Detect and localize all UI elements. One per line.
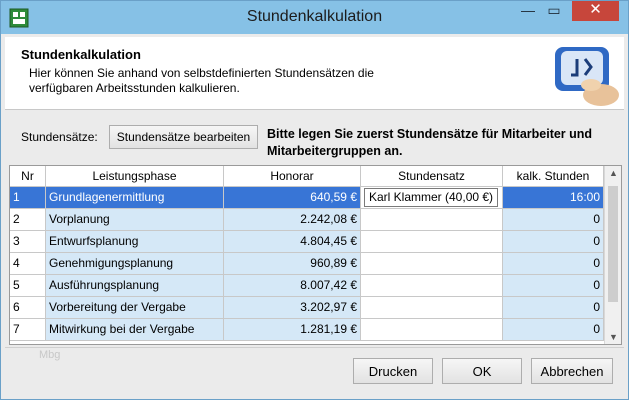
header-panel: Stundenkalkulation Hier können Sie anhan… — [5, 37, 624, 110]
cell-hours[interactable]: 0 — [503, 231, 604, 253]
table-row[interactable]: 6 Vorbereitung der Vergabe 3.202,97 € 0 — [10, 297, 604, 319]
header-description: Hier können Sie anhand von selbstdefinie… — [29, 66, 374, 95]
rates-hint: Bitte legen Sie zuerst Stundensätze für … — [267, 127, 593, 158]
column-header-rate[interactable]: Stundensatz — [361, 166, 503, 187]
table-row[interactable]: 2 Vorplanung 2.242,08 € 0 — [10, 209, 604, 231]
cell-phase: Genehmigungsplanung — [46, 253, 224, 275]
column-header-fee[interactable]: Honorar — [224, 166, 361, 187]
cell-rate[interactable] — [361, 275, 503, 297]
cell-fee: 3.202,97 € — [224, 297, 361, 319]
cell-rate[interactable] — [361, 231, 503, 253]
cell-rate[interactable] — [361, 319, 503, 341]
cell-nr: 7 — [10, 319, 46, 341]
cell-nr: 1 — [10, 187, 46, 209]
cell-hours[interactable]: 16:00 — [503, 187, 604, 209]
cell-hours[interactable]: 0 — [503, 209, 604, 231]
scroll-down-icon[interactable]: ▼ — [605, 332, 621, 342]
cell-rate[interactable] — [361, 297, 503, 319]
cell-phase: Ausführungsplanung — [46, 275, 224, 297]
close-button[interactable]: ✕ — [572, 1, 619, 21]
cell-fee: 8.007,42 € — [224, 275, 361, 297]
maximize-button[interactable]: ▭ — [541, 1, 567, 21]
cell-fee: 1.281,19 € — [224, 319, 361, 341]
scrollbar-thumb[interactable] — [608, 186, 618, 302]
cell-nr: 2 — [10, 209, 46, 231]
table-row[interactable]: 4 Genehmigungsplanung 960,89 € 0 — [10, 253, 604, 275]
cell-fee: 2.242,08 € — [224, 209, 361, 231]
calculator-key-icon — [555, 47, 619, 106]
cell-hours[interactable]: 0 — [503, 253, 604, 275]
edit-rates-button[interactable]: Stundensätze bearbeiten — [109, 125, 258, 149]
cell-nr: 6 — [10, 297, 46, 319]
title-bar[interactable]: Stundenkalkulation — ▭ ✕ — [1, 1, 628, 34]
cell-phase: Vorplanung — [46, 209, 224, 231]
cell-phase: Mitwirkung bei der Vergabe — [46, 319, 224, 341]
cell-phase: Entwurfsplanung — [46, 231, 224, 253]
cell-phase: Vorbereitung der Vergabe — [46, 297, 224, 319]
cell-fee: 4.804,45 € — [224, 231, 361, 253]
cell-nr: 5 — [10, 275, 46, 297]
cell-nr: 4 — [10, 253, 46, 275]
rate-select[interactable]: Karl Klammer (40,00 €) — [364, 188, 499, 207]
table-row[interactable]: 3 Entwurfsplanung 4.804,45 € 0 — [10, 231, 604, 253]
ghost-label: Mbg — [39, 349, 61, 361]
print-button[interactable]: Drucken — [353, 358, 433, 384]
cell-fee: 640,59 € — [224, 187, 361, 209]
cell-hours[interactable]: 0 — [503, 297, 604, 319]
cell-nr: 3 — [10, 231, 46, 253]
phases-table[interactable]: Nr Leistungsphase Honorar Stundensatz ka… — [9, 165, 622, 345]
cell-rate[interactable]: Karl Klammer (40,00 €) — [361, 187, 503, 209]
table-row[interactable]: 5 Ausführungsplanung 8.007,42 € 0 — [10, 275, 604, 297]
table-row[interactable]: 7 Mitwirkung bei der Vergabe 1.281,19 € … — [10, 319, 604, 341]
column-header-phase[interactable]: Leistungsphase — [46, 166, 224, 187]
column-header-hours[interactable]: kalk. Stunden — [503, 166, 604, 187]
cell-fee: 960,89 € — [224, 253, 361, 275]
cancel-button[interactable]: Abbrechen — [531, 358, 613, 384]
cell-phase: Grundlagenermittlung — [46, 187, 224, 209]
dialog-window: Stundenkalkulation — ▭ ✕ Stundenkalkulat… — [0, 0, 629, 400]
ok-button[interactable]: OK — [442, 358, 522, 384]
table-row[interactable]: 1 Grundlagenermittlung 640,59 € Karl Kla… — [10, 187, 604, 209]
cell-rate[interactable] — [361, 253, 503, 275]
cell-rate[interactable] — [361, 209, 503, 231]
header-title: Stundenkalkulation — [21, 47, 141, 62]
cell-hours[interactable]: 0 — [503, 275, 604, 297]
footer-divider — [5, 347, 624, 348]
cell-hours[interactable]: 0 — [503, 319, 604, 341]
column-header-nr[interactable]: Nr — [10, 166, 46, 187]
rates-label: Stundensätze: — [21, 130, 98, 144]
minimize-button[interactable]: — — [515, 1, 541, 21]
vertical-scrollbar[interactable]: ▲ ▼ — [604, 166, 621, 344]
scroll-up-icon[interactable]: ▲ — [605, 168, 621, 178]
